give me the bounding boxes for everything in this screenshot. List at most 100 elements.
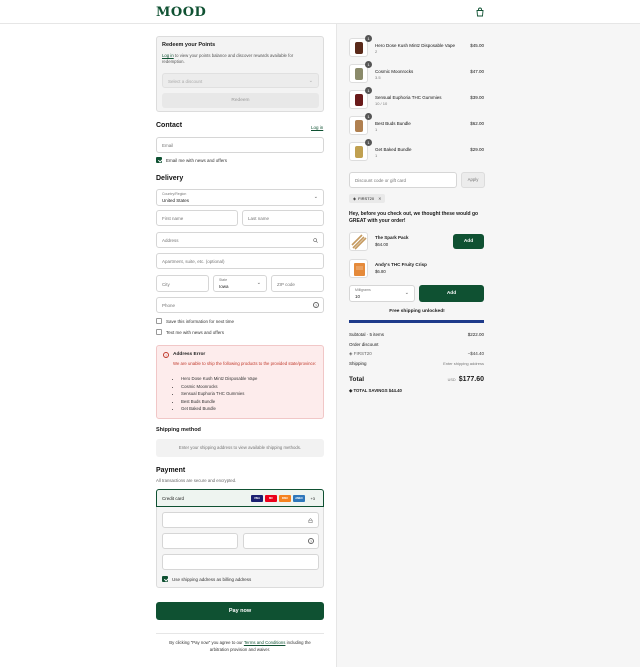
- last-name-field[interactable]: Last name: [242, 210, 324, 226]
- cart-item-price: $39.00: [470, 95, 484, 100]
- redeem-button[interactable]: Redeem: [162, 93, 319, 108]
- apartment-field[interactable]: Apartment, suite, etc. (optional): [156, 253, 324, 269]
- cart-item-price: $45.00: [470, 43, 484, 48]
- text-me-label: Text me with news and offers: [166, 330, 224, 335]
- terms-link[interactable]: Terms and Conditions: [244, 640, 286, 645]
- state-select[interactable]: State Iowa ⌄: [213, 275, 267, 292]
- payment-card-panel: Credit card VISA MC DISC AMEX +3 ? Use ship…: [156, 489, 324, 588]
- cart-item-name: Best Buds Bundle: [375, 121, 411, 126]
- cart-item-quantity-badge: 1: [365, 35, 372, 42]
- visa-card-icon: VISA: [251, 495, 263, 502]
- payment-subtitle: All transactions are secure and encrypte…: [156, 478, 237, 483]
- moonrocks-icon: [355, 68, 363, 80]
- discount-select[interactable]: Select a discount ⌄: [162, 73, 319, 88]
- more-cards: +3: [310, 496, 315, 501]
- vape-icon: [355, 42, 363, 54]
- cart-item-quantity-badge: 1: [365, 113, 372, 120]
- cart-item-variant: 10 / 10: [375, 101, 388, 106]
- cart-item-price: $29.00: [470, 147, 484, 152]
- error-list-item: Hero Dose Kush Mintz Disposable Vape: [181, 375, 257, 383]
- upsell-heading: Hey, before you check out, we thought th…: [349, 211, 479, 224]
- first-name-field[interactable]: First name: [156, 210, 238, 226]
- total-savings: ◈ TOTAL SAVINGS $44.40: [349, 388, 402, 393]
- free-shipping-progress-fill: [349, 320, 484, 323]
- upsell-product-name-1: The Spark Pack: [375, 235, 409, 240]
- free-shipping-progress-track: [349, 320, 484, 323]
- redeem-login-link[interactable]: Log in: [162, 53, 174, 58]
- search-icon: [313, 238, 318, 243]
- cart-item-price: $62.00: [470, 121, 484, 126]
- name-on-card-field[interactable]: [162, 554, 319, 570]
- contact-login-link[interactable]: Log in: [311, 125, 323, 130]
- error-list-item: Cosmic Moonrocks: [181, 383, 257, 391]
- expiry-field[interactable]: [162, 533, 238, 549]
- milligrams-select[interactable]: Milligrams 10 ⌄: [349, 285, 415, 302]
- email-field[interactable]: Email: [156, 137, 324, 153]
- redeem-points-card: Redeem your Points Log in to view your p…: [156, 36, 324, 112]
- cart-item-quantity-badge: 1: [365, 87, 372, 94]
- error-list-item: Best Buds Bundle: [181, 398, 257, 406]
- tag-icon: ◈: [353, 196, 357, 201]
- add-fruity-crisp-button[interactable]: Add: [419, 285, 484, 302]
- text-me-checkbox[interactable]: [156, 329, 162, 335]
- cart-item-name: Get Baked Bundle: [375, 147, 412, 152]
- country-select[interactable]: Country/Region United States ⌄: [156, 189, 324, 206]
- security-code-field[interactable]: ?: [243, 533, 319, 549]
- redeem-description: Log in to view your points balance and d…: [162, 53, 294, 64]
- address-error-message: We are unable to ship the following prod…: [173, 361, 317, 366]
- free-shipping-label: Free shipping unlocked!: [389, 309, 445, 314]
- upsell-product-name-2: Andy's THC Fruity Crisp: [375, 262, 427, 267]
- cart-item-variant: 2: [375, 49, 378, 54]
- add-spark-pack-button[interactable]: Add: [453, 234, 484, 249]
- cart-item-variant: 3.5: [375, 75, 381, 80]
- cart-item-variant: 1: [375, 127, 378, 132]
- shipping-method-placeholder-box: Enter your shipping address to view avai…: [156, 439, 324, 457]
- delivery-title: Delivery: [156, 175, 184, 182]
- cart-item-name: Cosmic Moonrocks: [375, 69, 414, 74]
- cart-item-price: $47.00: [470, 69, 484, 74]
- save-info-label: Save this information for next time: [166, 319, 235, 324]
- newsletter-checkbox[interactable]: [156, 157, 162, 163]
- bundle-icon: [355, 146, 363, 158]
- card-number-field[interactable]: [162, 512, 319, 528]
- chevron-down-icon: ⌄: [256, 280, 261, 286]
- chevron-down-icon: ⌄: [308, 78, 313, 84]
- upsell-product-price-1: $64.00: [375, 242, 389, 247]
- payment-title: Payment: [156, 467, 186, 474]
- card-logos: VISA MC DISC AMEX: [251, 495, 305, 502]
- city-field[interactable]: City: [156, 275, 209, 292]
- total-row: Total USD $177.60: [349, 376, 484, 383]
- remove-discount-icon[interactable]: ✕: [378, 196, 381, 201]
- credit-card-option[interactable]: Credit card VISA MC DISC AMEX +3: [156, 489, 324, 507]
- redeem-title: Redeem your Points: [162, 42, 216, 48]
- help-icon[interactable]: ?: [313, 302, 319, 308]
- cart-item-name: Hero Dose Kush Mintz Disposable Vape: [375, 43, 455, 48]
- cart-item-quantity-badge: 1: [365, 61, 372, 68]
- header: MOOD: [0, 0, 640, 24]
- upsell-product-price-2: $6.80: [375, 269, 386, 274]
- address-error-banner: ! Address Error We are unable to ship th…: [156, 345, 324, 419]
- cart-item-variant: 1: [375, 153, 378, 158]
- billing-same-checkbox[interactable]: [162, 576, 168, 582]
- mc-card-icon: MC: [265, 495, 277, 502]
- error-list-item: Get Baked Bundle: [181, 405, 257, 413]
- address-field[interactable]: Address: [156, 232, 324, 248]
- address-error-title: Address Error: [173, 352, 206, 357]
- apply-button[interactable]: Apply: [461, 172, 485, 188]
- save-info-checkbox[interactable]: [156, 318, 162, 324]
- logo[interactable]: MOOD: [156, 5, 206, 20]
- amex-card-icon: AMEX: [293, 495, 305, 502]
- error-icon: !: [163, 352, 169, 358]
- shopping-bag-icon[interactable]: [475, 7, 485, 17]
- discount-code-field[interactable]: Discount code or gift card: [349, 172, 457, 188]
- chevron-down-icon: ⌄: [313, 194, 318, 200]
- snack-icon: [354, 263, 365, 276]
- chevron-down-icon: ⌄: [404, 290, 409, 296]
- lock-icon: [308, 518, 313, 523]
- zip-field[interactable]: ZIP code: [271, 275, 324, 292]
- pay-now-button[interactable]: Pay now: [156, 602, 324, 620]
- gummies-icon: [355, 94, 363, 106]
- terms-divider: [156, 633, 324, 634]
- help-icon[interactable]: ?: [308, 538, 314, 544]
- phone-field[interactable]: Phone ?: [156, 297, 324, 313]
